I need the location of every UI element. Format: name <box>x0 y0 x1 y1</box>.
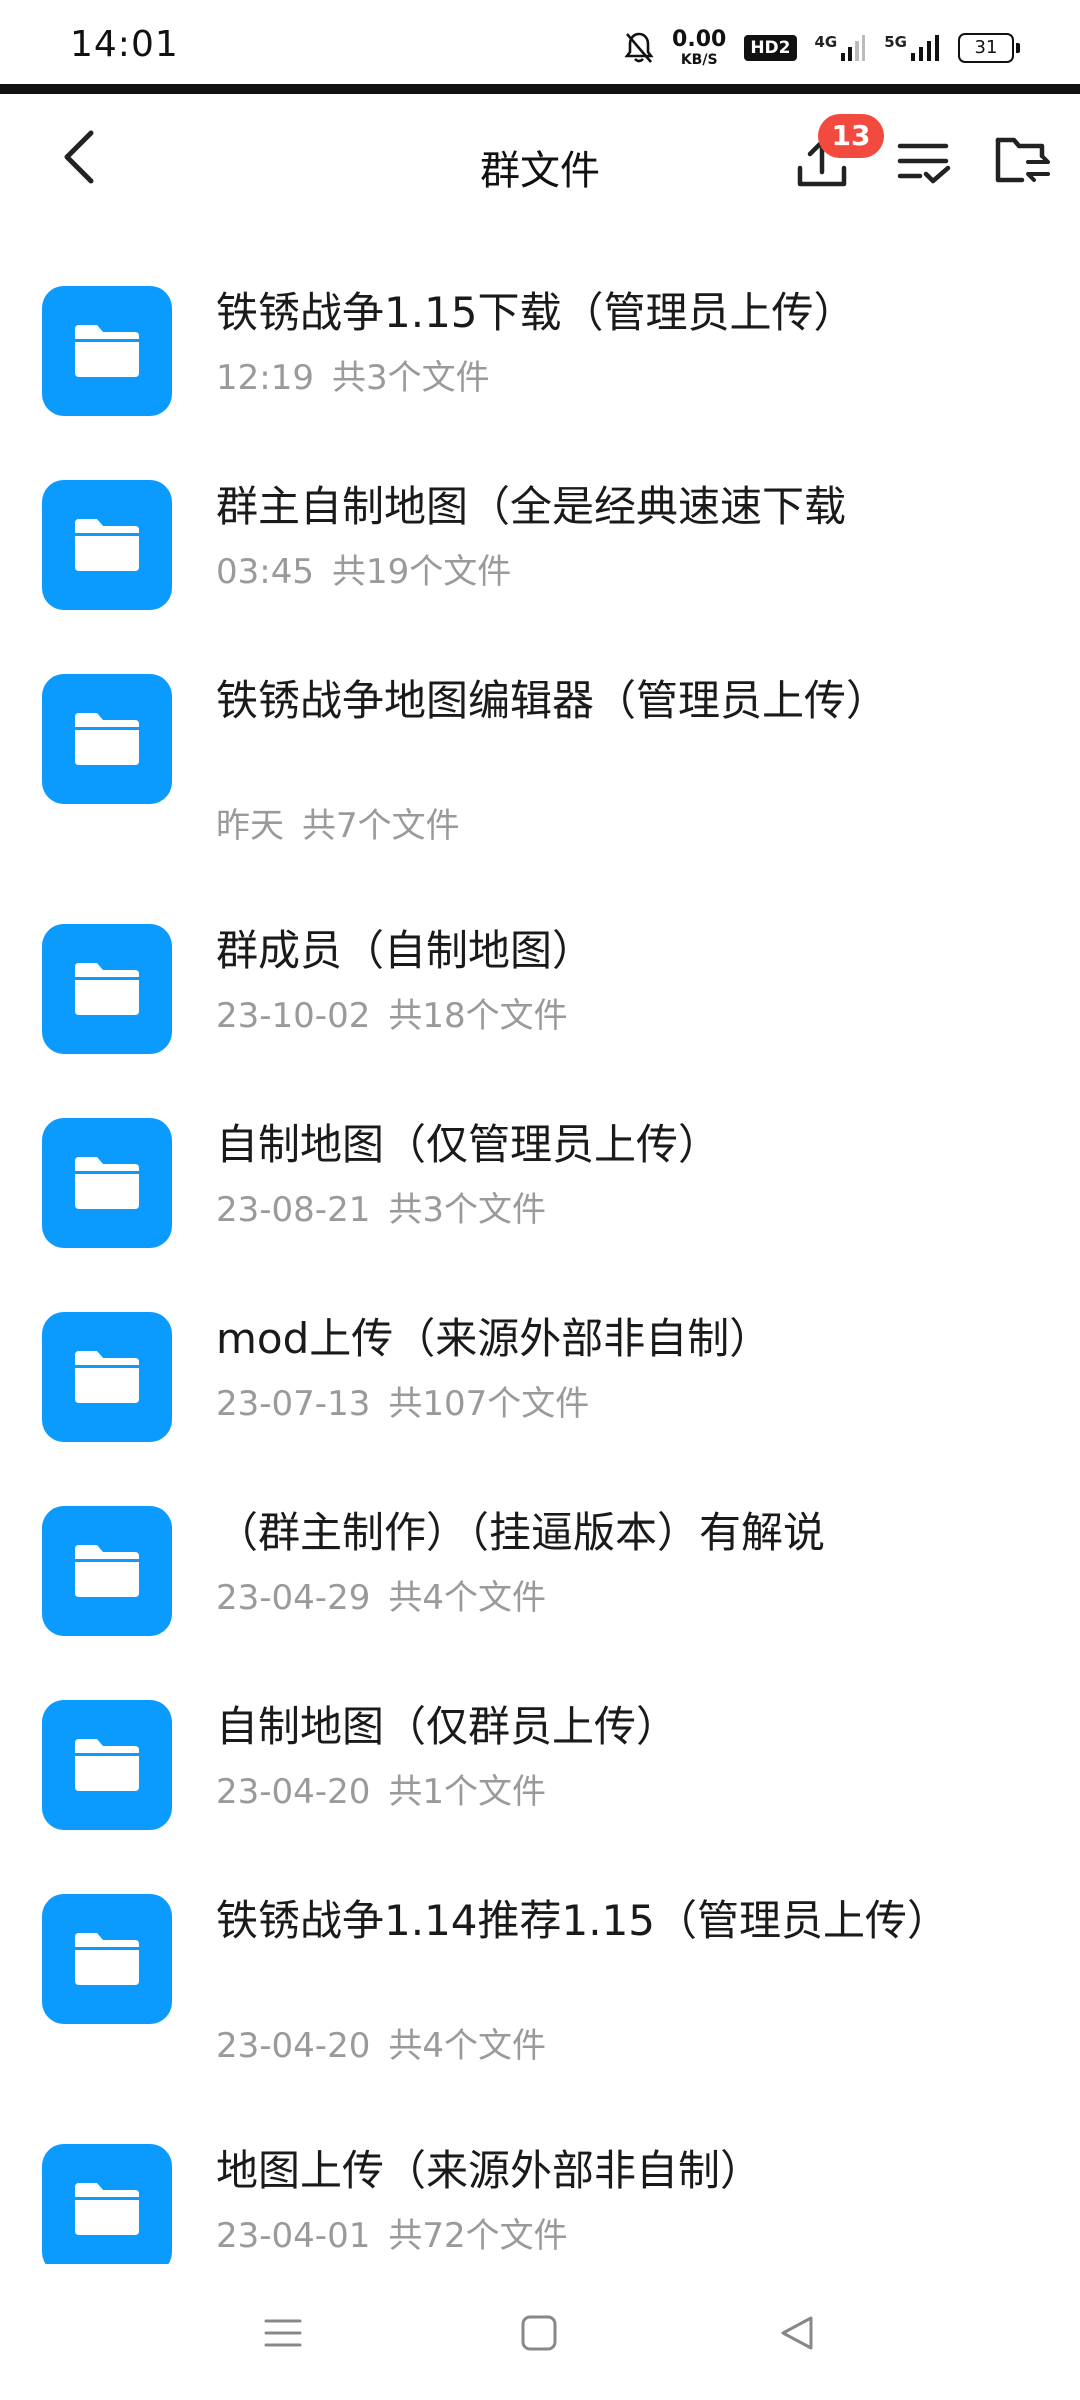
bell-muted-icon <box>624 32 654 63</box>
folder-meta: 23-07-13 共107个文件 <box>216 1376 589 1425</box>
folder-item[interactable]: 地图上传（来源外部非自制） 23-04-01 共72个文件 <box>0 2144 1080 2264</box>
folder-icon <box>42 1312 172 1442</box>
folder-icon <box>42 286 172 416</box>
folder-meta: 23-10-02 共18个文件 <box>216 988 568 1037</box>
folder-meta: 03:45 共19个文件 <box>216 544 511 593</box>
folder-item[interactable]: 自制地图（仅群员上传） 23-04-20 共1个文件 <box>0 1700 1080 1860</box>
upload-count-badge: 13 <box>818 114 884 158</box>
folder-meta: 昨天 共7个文件 <box>216 798 460 847</box>
folder-date: 12:19 <box>216 358 314 398</box>
folder-name: 地图上传（来源外部非自制） <box>216 2146 763 2195</box>
folder-name: （群主制作）（挂逼版本）有解说 <box>216 1508 826 1557</box>
folder-name: 群成员（自制地图） <box>216 926 595 975</box>
hd-badge: HD2 <box>744 35 797 61</box>
folder-meta: 23-04-20 共4个文件 <box>216 2018 546 2067</box>
signal-bars-icon <box>841 35 866 61</box>
folder-meta: 23-08-21 共3个文件 <box>216 1182 546 1231</box>
folder-icon <box>42 1506 172 1636</box>
folder-icon <box>42 674 172 804</box>
nav-back-button[interactable] <box>762 2298 832 2368</box>
folder-icon <box>42 480 172 610</box>
menu-icon <box>264 2319 302 2347</box>
status-divider <box>0 84 1080 94</box>
folder-item[interactable]: 自制地图（仅管理员上传） 23-08-21 共3个文件 <box>0 1118 1080 1278</box>
folder-count: 共4个文件 <box>388 2026 546 2066</box>
signal-4g-label: 4G <box>814 33 838 51</box>
folder-count: 共1个文件 <box>388 1772 546 1812</box>
folder-name: 自制地图（仅管理员上传） <box>216 1120 721 1169</box>
folder-name: 铁锈战争地图编辑器（管理员上传） <box>216 676 889 725</box>
folder-item[interactable]: （群主制作）（挂逼版本）有解说 23-04-29 共4个文件 <box>0 1506 1080 1666</box>
folder-date: 23-04-01 <box>216 2216 371 2256</box>
battery-level: 31 <box>958 33 1014 63</box>
status-bar: 14:01 0.00 KB/S HD2 4G 5G 31 <box>0 0 1080 84</box>
sort-button[interactable] <box>896 128 966 198</box>
upload-button[interactable]: 13 <box>790 114 884 202</box>
folder-name: 铁锈战争1.14推荐1.15（管理员上传） <box>216 1896 950 1945</box>
net-speed-unit: KB/S <box>680 52 718 68</box>
folder-item[interactable]: 铁锈战争1.14推荐1.15（管理员上传） 23-04-20 共4个文件 <box>0 1894 1080 2094</box>
folder-date: 03:45 <box>216 552 314 592</box>
folder-item[interactable]: 铁锈战争1.15下载（管理员上传） 12:19 共3个文件 <box>0 286 1080 446</box>
folder-meta: 23-04-20 共1个文件 <box>216 1764 546 1813</box>
folder-count: 共7个文件 <box>302 806 460 846</box>
folder-meta: 23-04-29 共4个文件 <box>216 1570 546 1619</box>
folder-item[interactable]: 群成员（自制地图） 23-10-02 共18个文件 <box>0 924 1080 1084</box>
folder-list: 铁锈战争1.15下载（管理员上传） 12:19 共3个文件 群主自制地图（全是经典… <box>0 234 1080 2264</box>
signal-5g-label: 5G <box>884 33 907 51</box>
home-square-icon <box>521 2315 557 2351</box>
folder-date: 23-07-13 <box>216 1384 371 1424</box>
net-speed: 0.00 KB/S <box>672 27 727 68</box>
folder-meta: 12:19 共3个文件 <box>216 350 490 399</box>
folder-count: 共18个文件 <box>388 996 568 1036</box>
folder-name: 自制地图（仅群员上传） <box>216 1702 679 1751</box>
folder-icon <box>42 924 172 1054</box>
folder-count: 共3个文件 <box>388 1190 546 1230</box>
folder-icon <box>42 2144 172 2264</box>
folder-meta: 23-04-01 共72个文件 <box>216 2208 568 2257</box>
status-icons: 0.00 KB/S HD2 4G 5G 31 <box>624 20 1020 76</box>
sort-check-icon <box>897 143 951 184</box>
folder-icon <box>42 1700 172 1830</box>
folder-icon <box>42 1894 172 2024</box>
folder-count: 共19个文件 <box>331 552 512 592</box>
folder-count: 共107个文件 <box>388 1384 590 1424</box>
folder-item[interactable]: 群主自制地图（全是经典速速下载 03:45 共19个文件 <box>0 480 1080 640</box>
folder-switch-button[interactable] <box>992 128 1062 198</box>
net-speed-value: 0.00 <box>672 27 727 52</box>
folder-switch-icon <box>995 137 1050 183</box>
folder-icon <box>42 1118 172 1248</box>
back-triangle-icon <box>781 2316 813 2350</box>
top-app-bar: 群文件 13 <box>0 94 1080 234</box>
folder-name: mod上传（来源外部非自制） <box>216 1314 772 1363</box>
folder-date: 23-04-20 <box>216 1772 371 1812</box>
folder-count: 共4个文件 <box>388 1578 546 1618</box>
folder-name: 铁锈战争1.15下载（管理员上传） <box>216 288 856 337</box>
nav-menu-button[interactable] <box>248 2298 318 2368</box>
folder-count: 共3个文件 <box>331 358 490 398</box>
system-nav-bar <box>0 2264 1080 2400</box>
folder-date: 23-04-20 <box>216 2026 371 2066</box>
signal-bars-icon <box>911 35 939 61</box>
folder-name: 群主自制地图（全是经典速速下载 <box>216 482 847 531</box>
folder-item[interactable]: mod上传（来源外部非自制） 23-07-13 共107个文件 <box>0 1312 1080 1472</box>
folder-date: 昨天 <box>216 806 284 846</box>
signal-4g: 4G <box>815 33 867 63</box>
nav-home-button[interactable] <box>504 2298 574 2368</box>
folder-date: 23-04-29 <box>216 1578 371 1618</box>
signal-5g: 5G <box>884 33 940 63</box>
folder-count: 共72个文件 <box>388 2216 568 2256</box>
folder-date: 23-08-21 <box>216 1190 371 1230</box>
folder-date: 23-10-02 <box>216 996 371 1036</box>
folder-item[interactable]: 铁锈战争地图编辑器（管理员上传） 昨天 共7个文件 <box>0 674 1080 874</box>
status-time: 14:01 <box>70 24 179 65</box>
battery-icon: 31 <box>958 33 1020 63</box>
